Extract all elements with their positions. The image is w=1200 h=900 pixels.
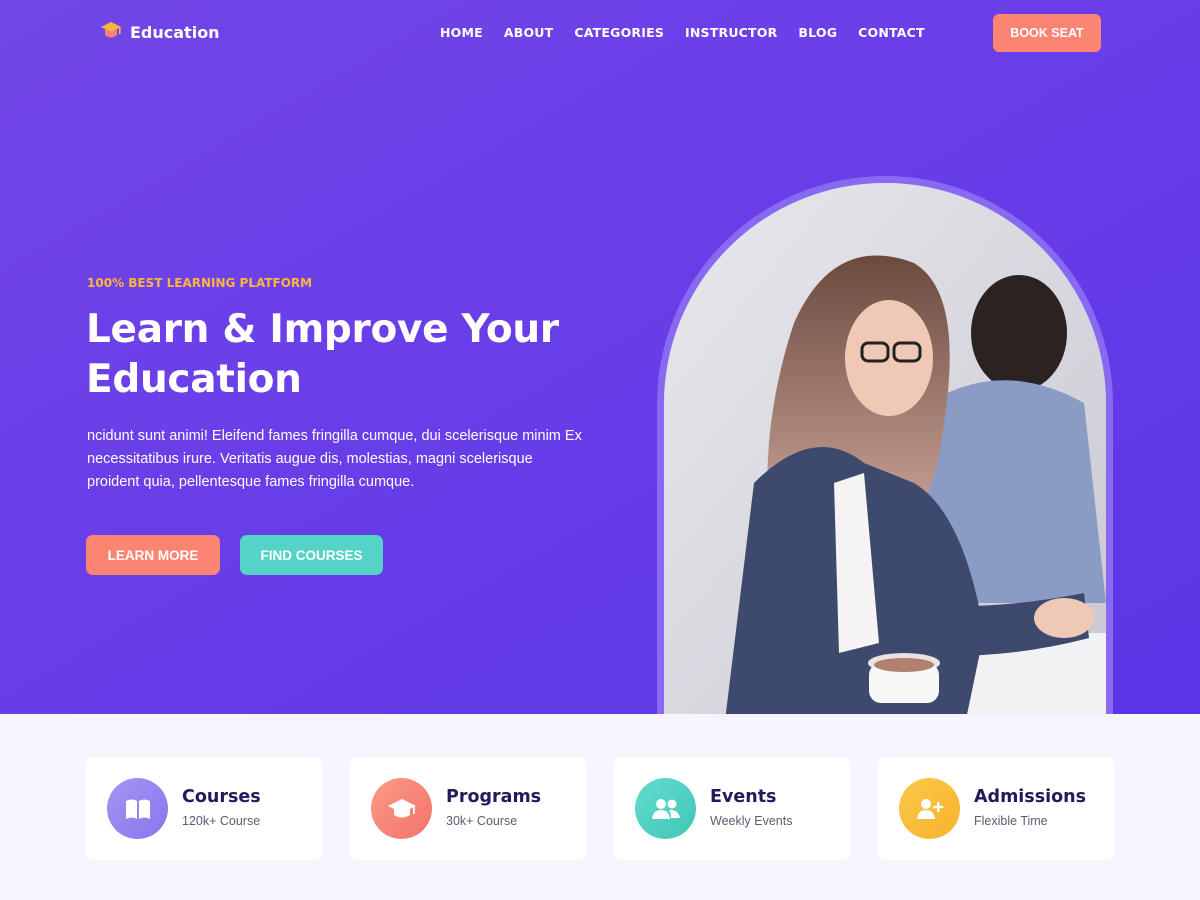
top-navigation: Education HOME ABOUT CATEGORIES INSTRUCT… bbox=[0, 0, 1200, 66]
nav-contact[interactable]: CONTACT bbox=[858, 25, 925, 40]
feature-cards: Courses 120k+ Course Programs 30k+ Cours… bbox=[86, 757, 1114, 860]
feature-title: Courses bbox=[182, 787, 261, 807]
feature-card-programs[interactable]: Programs 30k+ Course bbox=[350, 757, 586, 860]
nav-instructor[interactable]: INSTRUCTOR bbox=[685, 25, 777, 40]
book-icon bbox=[107, 778, 168, 839]
feature-title: Admissions bbox=[974, 787, 1087, 807]
feature-card-courses[interactable]: Courses 120k+ Course bbox=[86, 757, 322, 860]
feature-card-admissions[interactable]: Admissions Flexible Time bbox=[878, 757, 1114, 860]
main-menu: HOME ABOUT CATEGORIES INSTRUCTOR BLOG CO… bbox=[440, 25, 946, 40]
hero-photo bbox=[657, 176, 1113, 714]
graduation-logo-icon bbox=[101, 22, 121, 38]
feature-subtitle: Flexible Time bbox=[974, 814, 1048, 828]
find-courses-button[interactable]: FIND COURSES bbox=[240, 535, 383, 575]
hero-title: Learn & Improve Your Education bbox=[86, 305, 606, 405]
feature-subtitle: 30k+ Course bbox=[446, 814, 518, 828]
feature-subtitle: 120k+ Course bbox=[182, 814, 261, 828]
feature-title: Events bbox=[710, 787, 777, 807]
book-seat-button[interactable]: BOOK SEAT bbox=[993, 14, 1101, 52]
nav-about[interactable]: ABOUT bbox=[504, 25, 554, 40]
users-icon bbox=[635, 778, 696, 839]
feature-card-events[interactable]: Events Weekly Events bbox=[614, 757, 850, 860]
feature-subtitle: Weekly Events bbox=[710, 814, 793, 828]
hero-eyebrow: 100% BEST LEARNING PLATFORM bbox=[87, 276, 313, 290]
learn-more-button[interactable]: LEARN MORE bbox=[86, 535, 220, 575]
feature-title: Programs bbox=[446, 787, 542, 807]
hero-title-line2: Education bbox=[86, 357, 302, 402]
hero-section: Education HOME ABOUT CATEGORIES INSTRUCT… bbox=[0, 0, 1200, 714]
hero-description: ncidunt sunt animi! Eleifend fames fring… bbox=[87, 428, 582, 490]
user-plus-icon bbox=[899, 778, 960, 839]
nav-categories[interactable]: CATEGORIES bbox=[574, 25, 664, 40]
brand-name: Education bbox=[130, 22, 220, 42]
nav-home[interactable]: HOME bbox=[440, 25, 483, 40]
student-photo-illustration bbox=[664, 183, 1106, 714]
hero-title-line1: Learn & Improve Your bbox=[86, 307, 559, 352]
graduation-cap-icon bbox=[371, 778, 432, 839]
brand-logo[interactable]: Education bbox=[100, 20, 220, 44]
nav-blog[interactable]: BLOG bbox=[798, 25, 837, 40]
